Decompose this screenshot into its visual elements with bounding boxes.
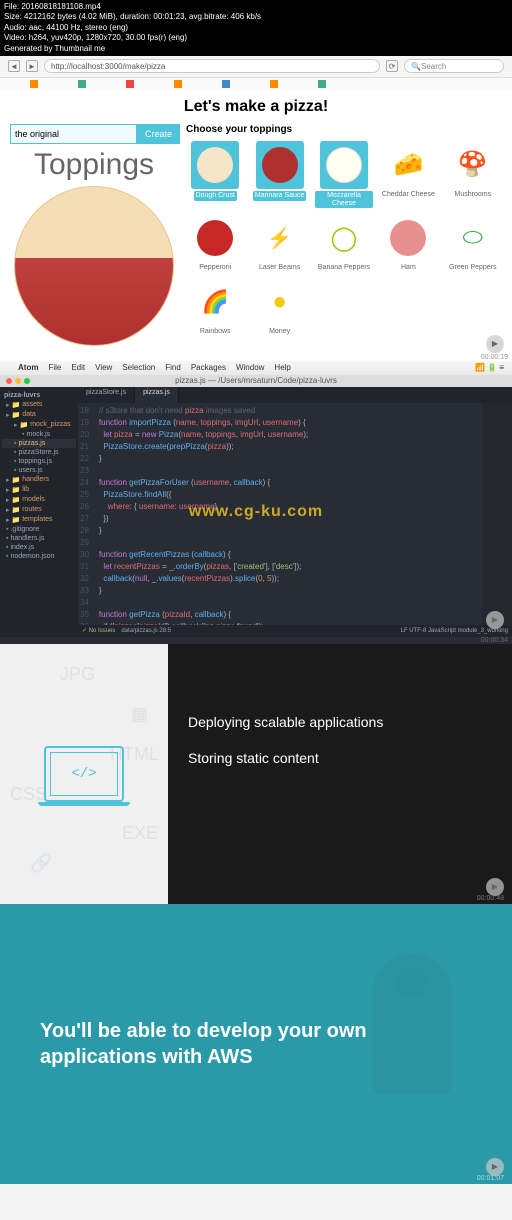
- choose-toppings-label: Choose your toppings: [186, 124, 502, 135]
- menu-item[interactable]: Packages: [191, 363, 226, 372]
- tree-folder[interactable]: ▸ 📁 lib: [2, 485, 76, 495]
- menubar-right: 📶 🔋 ≡: [475, 363, 504, 372]
- browser-search[interactable]: 🔍 Search: [404, 59, 504, 73]
- bookmark-icon[interactable]: [222, 80, 230, 88]
- slide-text-2: Storing static content: [188, 750, 492, 766]
- tree-folder[interactable]: ▸ 📁 assets: [2, 400, 76, 410]
- bookmark-icon[interactable]: [318, 80, 326, 88]
- tree-folder[interactable]: ▸ 📁 data: [2, 410, 76, 420]
- topping-item[interactable]: ●Money: [250, 278, 308, 336]
- pizza-preview: [14, 186, 174, 346]
- footer-spacer: [0, 1184, 512, 1220]
- pizza-name-input[interactable]: [10, 124, 137, 144]
- topping-item[interactable]: 🍄Mushrooms: [444, 141, 502, 208]
- tree-file[interactable]: ▪ mock.js: [2, 430, 76, 439]
- window-titlebar: pizzas.js — /Users/mrsaturn/Code/pizza-l…: [0, 375, 512, 387]
- minimap[interactable]: [482, 403, 512, 625]
- play-icon[interactable]: ▶: [486, 1158, 504, 1176]
- menu-item[interactable]: Help: [274, 363, 290, 372]
- tree-file[interactable]: ▪ index.js: [2, 543, 76, 552]
- tree-file[interactable]: ▪ pizzas.js: [2, 439, 76, 448]
- laptop-icon: </>: [44, 746, 124, 802]
- toppings-heading: Toppings: [10, 148, 178, 182]
- tree-file[interactable]: ▪ nodemon.json: [2, 552, 76, 561]
- menu-item[interactable]: File: [48, 363, 61, 372]
- topping-item[interactable]: ⬭Green Peppers: [444, 214, 502, 272]
- menu-item[interactable]: View: [95, 363, 112, 372]
- tree-file[interactable]: ▪ pizzaStore.js: [2, 448, 76, 457]
- tree-folder[interactable]: ▸ 📁 templates: [2, 515, 76, 525]
- topping-item[interactable]: Pepperoni: [186, 214, 244, 272]
- tree-file[interactable]: ▪ handlers.js: [2, 534, 76, 543]
- play-icon[interactable]: ▶: [486, 878, 504, 896]
- bookmark-bar: [0, 78, 512, 90]
- menu-item[interactable]: Edit: [71, 363, 85, 372]
- slide-left-panel: JPG ▦ CSS EXE 🔗 HTML </>: [0, 644, 168, 904]
- tree-folder[interactable]: ▸ 📁 models: [2, 495, 76, 505]
- browser-toolbar: ◄ ► http://localhost:3000/make/pizza ⟳ 🔍…: [0, 56, 512, 78]
- back-button[interactable]: ◄: [8, 60, 20, 72]
- timestamp: 00:00:19: [0, 354, 512, 361]
- pizza-app: Let's make a pizza! Create Toppings Choo…: [0, 90, 512, 354]
- topping-item[interactable]: Dough Crust: [186, 141, 244, 208]
- bookmark-icon[interactable]: [174, 80, 182, 88]
- topping-grid: Dough CrustMarinara SauceMozzarella Chee…: [186, 141, 502, 336]
- tree-file[interactable]: ▪ users.js: [2, 466, 76, 475]
- editor-tab[interactable]: pizzas.js: [135, 387, 179, 403]
- frame-3-slide: JPG ▦ CSS EXE 🔗 HTML </> Deploying scala…: [0, 644, 512, 904]
- play-icon[interactable]: ▶: [486, 611, 504, 629]
- background-person: [342, 934, 482, 1114]
- topping-item[interactable]: 🧀Cheddar Cheese: [379, 141, 437, 208]
- topping-item[interactable]: 🌈Rainbows: [186, 278, 244, 336]
- slide-text-1: Deploying scalable applications: [188, 714, 492, 730]
- play-icon[interactable]: ▶: [486, 335, 504, 353]
- bookmark-icon[interactable]: [126, 80, 134, 88]
- topping-item[interactable]: Mozzarella Cheese: [315, 141, 373, 208]
- menu-item[interactable]: Find: [165, 363, 181, 372]
- menu-item[interactable]: Selection: [122, 363, 155, 372]
- tree-folder[interactable]: ▸ 📁 handlers: [2, 475, 76, 485]
- frame-4-slide: You'll be able to develop your own appli…: [0, 904, 512, 1184]
- topping-item[interactable]: Ham: [379, 214, 437, 272]
- timestamp: 00:00:48: [477, 895, 508, 902]
- frame-2-editor: Atom File Edit View Selection Find Packages Win…: [0, 361, 512, 644]
- topping-item[interactable]: Marinara Sauce: [250, 141, 308, 208]
- tree-folder[interactable]: ▸ 📁 routes: [2, 505, 76, 515]
- project-root[interactable]: pizza-luvrs: [2, 391, 76, 400]
- line-gutter: 1819202122232425262728293031323334353637: [78, 403, 95, 625]
- tree-file[interactable]: ▪ .gitignore: [2, 525, 76, 534]
- bookmark-icon[interactable]: [78, 80, 86, 88]
- url-bar[interactable]: http://localhost:3000/make/pizza: [44, 59, 380, 73]
- mac-menubar: Atom File Edit View Selection Find Packages Win…: [0, 361, 512, 375]
- menu-item[interactable]: Atom: [18, 363, 38, 372]
- close-icon[interactable]: [6, 378, 12, 384]
- video-metadata: File: 20160818181108.mp4 Size: 4212162 b…: [0, 0, 512, 56]
- watermark: www.cg-ku.com: [189, 503, 323, 521]
- timestamp: 00:00:34: [0, 637, 512, 644]
- file-tree[interactable]: pizza-luvrs ▸ 📁 assets▸ 📁 data▸ 📁 mock_p…: [0, 387, 78, 637]
- tree-file[interactable]: ▪ toppings.js: [2, 457, 76, 466]
- minimize-icon[interactable]: [15, 378, 21, 384]
- reload-button[interactable]: ⟳: [386, 60, 398, 72]
- page-title: Let's make a pizza!: [10, 98, 502, 116]
- editor-tabs: pizzaStore.jspizzas.js: [78, 387, 512, 403]
- forward-button[interactable]: ►: [26, 60, 38, 72]
- status-bar: ✓ No Issues data/pizzas.js 28:5 LF UTF-8…: [78, 625, 512, 637]
- maximize-icon[interactable]: [24, 378, 30, 384]
- create-button[interactable]: Create: [137, 124, 180, 144]
- timestamp: 00:01:07: [477, 1175, 508, 1182]
- topping-item[interactable]: ⚡Laser Beams: [250, 214, 308, 272]
- menu-item[interactable]: Window: [236, 363, 264, 372]
- bookmark-icon[interactable]: [270, 80, 278, 88]
- frame-1-browser: ◄ ► http://localhost:3000/make/pizza ⟳ 🔍…: [0, 56, 512, 361]
- tree-folder[interactable]: ▸ 📁 mock_pizzas: [2, 420, 76, 430]
- bookmark-icon[interactable]: [30, 80, 38, 88]
- topping-item[interactable]: ◯Banana Peppers: [315, 214, 373, 272]
- editor-tab[interactable]: pizzaStore.js: [78, 387, 135, 403]
